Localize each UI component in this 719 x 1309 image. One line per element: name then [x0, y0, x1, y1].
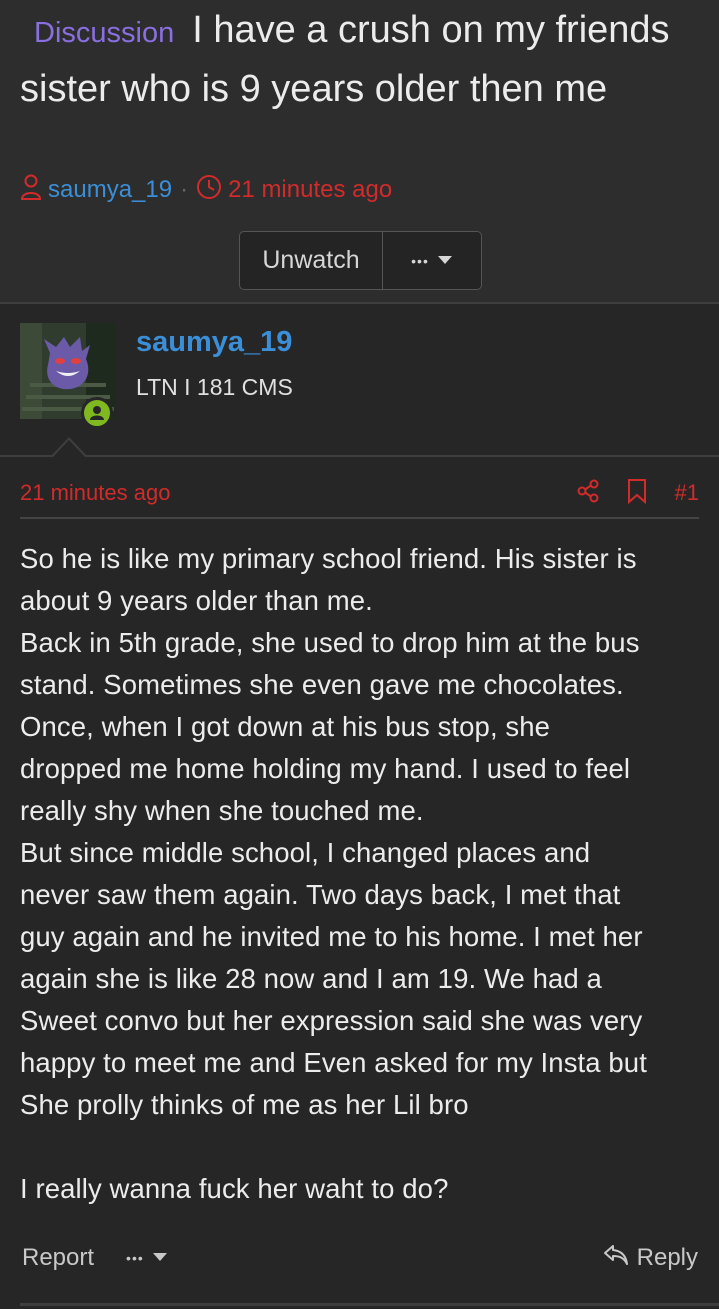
post-body-line: She prolly thinks of me as her Lil bro: [20, 1089, 469, 1120]
post-body-line: happy to meet me and Even asked for my I…: [20, 1047, 647, 1078]
post-body-line: Once, when I got down at his bus stop, s…: [20, 711, 551, 742]
chevron-down-icon: [152, 1249, 168, 1267]
post-body-line: Back in 5th grade, she used to drop him …: [20, 627, 640, 658]
user-icon: [20, 174, 42, 207]
report-link[interactable]: Report: [22, 1244, 94, 1272]
more-dots: •••: [126, 1250, 144, 1266]
thread-prefix[interactable]: Discussion: [34, 17, 174, 49]
bottom-divider: [20, 1303, 719, 1306]
clock-icon: [196, 174, 222, 207]
header-divider: [0, 302, 719, 304]
online-status-indicator: [81, 397, 113, 429]
post-more-button[interactable]: •••: [126, 1249, 168, 1267]
post-username[interactable]: saumya_19: [136, 326, 292, 359]
thread-meta: saumya_19 · 21 minutes ago: [20, 174, 392, 206]
reply-label: Reply: [636, 1244, 698, 1271]
post-body-line: stand. Sometimes she even gave me chocol…: [20, 669, 624, 700]
post-body-line: never saw them again. Two days back, I m…: [20, 879, 621, 910]
chevron-down-icon: [437, 252, 453, 270]
unwatch-button[interactable]: Unwatch: [240, 232, 383, 289]
thread-author-link[interactable]: saumya_19: [48, 176, 172, 204]
thread-time-link[interactable]: 21 minutes ago: [228, 176, 392, 204]
thread-more-button[interactable]: •••: [383, 232, 481, 289]
post-body: So he is like my primary school friend. …: [20, 538, 704, 1210]
meta-separator: ·: [180, 176, 189, 203]
thread-action-group: Unwatch •••: [239, 231, 482, 290]
post-body-line: Sweet convo but her expression said she …: [20, 1005, 643, 1036]
share-icon[interactable]: [577, 479, 599, 508]
post-header-divider: [20, 517, 699, 519]
post-body-line: really shy when she touched me.: [20, 795, 424, 826]
post-body-line: So he is like my primary school friend. …: [20, 543, 637, 574]
reply-button[interactable]: Reply: [603, 1244, 698, 1273]
thread-header: Discussion I have a crush on my friends s…: [0, 0, 719, 303]
post-body-line: But since middle school, I changed place…: [20, 837, 591, 868]
post-body-line: about 9 years older than me.: [20, 585, 373, 616]
thread-title: Discussion I have a crush on my friends s…: [20, 2, 700, 117]
user-title: LTN I 181 CMS: [136, 374, 293, 400]
post-actions: #1: [577, 478, 699, 508]
message-caret-inner: [53, 440, 85, 457]
post-body-line: [20, 1126, 704, 1168]
user-online-icon: [90, 406, 104, 420]
reply-icon: [603, 1244, 629, 1273]
post-body-line: I really wanna fuck her waht to do?: [20, 1173, 449, 1204]
post-number-link[interactable]: #1: [675, 480, 699, 506]
post-body-line: guy again and he invited me to his home.…: [20, 921, 643, 952]
post-body-line: dropped me home holding my hand. I used …: [20, 753, 631, 784]
bookmark-icon[interactable]: [627, 478, 647, 509]
more-dots: •••: [411, 252, 429, 269]
post-body-line: again she is like 28 now and I am 19. We…: [20, 963, 602, 994]
post-time-link[interactable]: 21 minutes ago: [20, 480, 170, 506]
post-footer: Report ••• Reply: [22, 1240, 698, 1276]
